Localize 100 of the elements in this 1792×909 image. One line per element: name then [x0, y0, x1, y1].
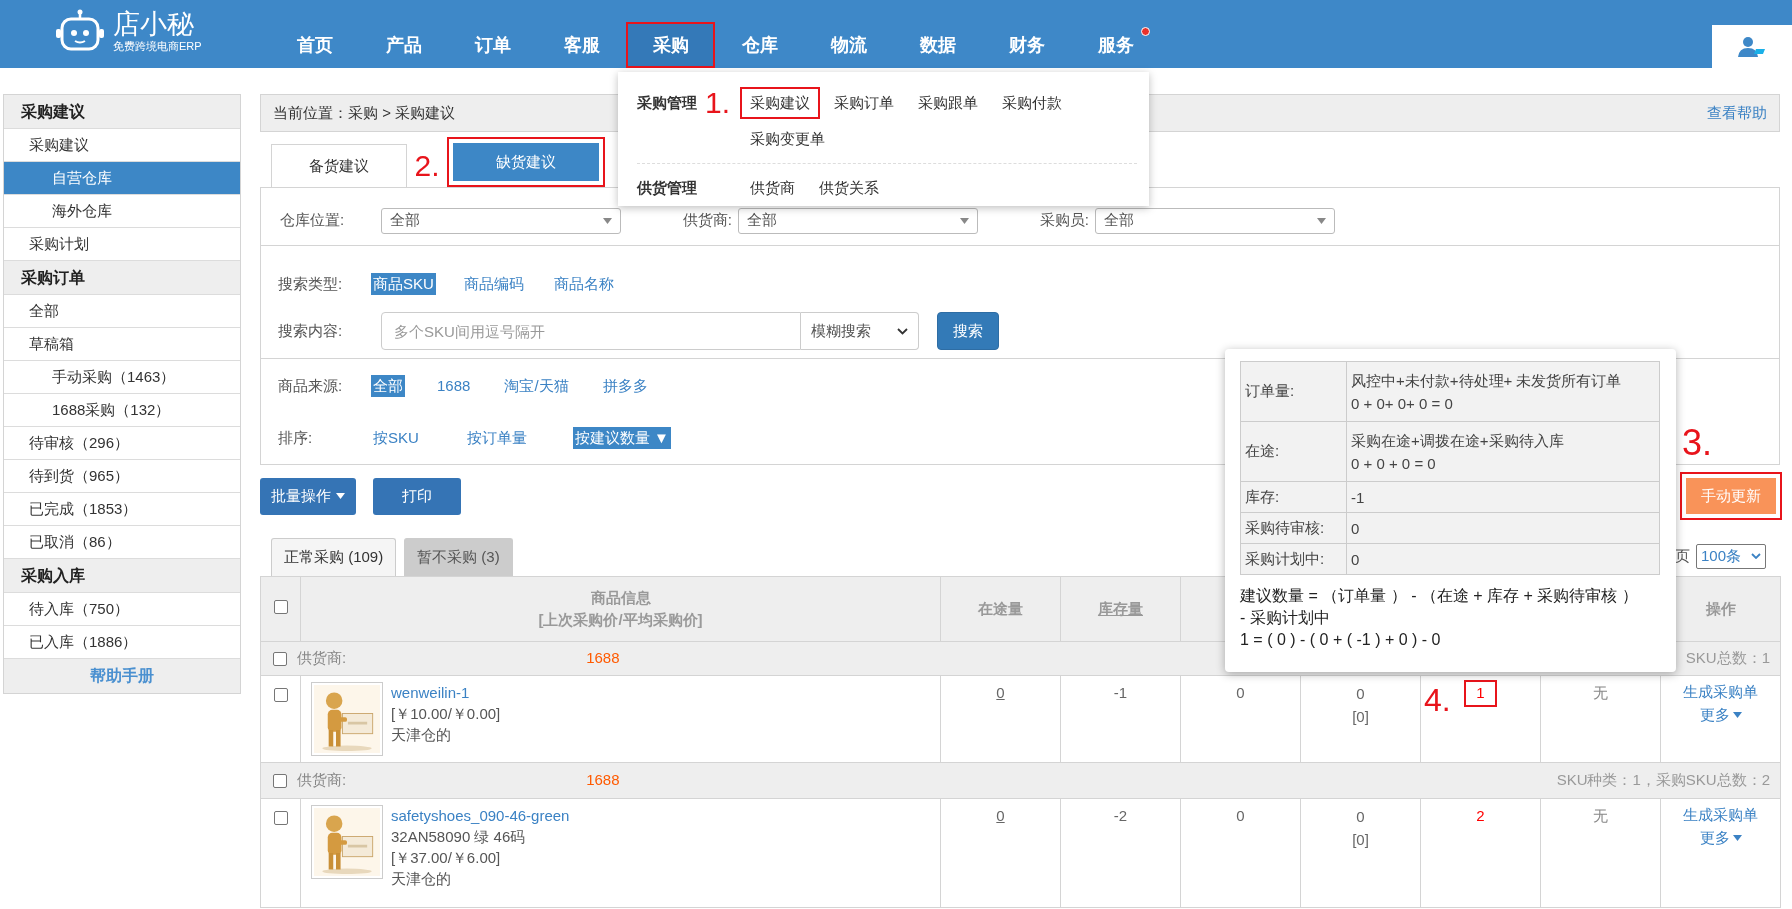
filter-option[interactable]: 1688	[435, 374, 473, 398]
tooltip-value: 0 + 0+ 0+ 0 = 0	[1351, 393, 1454, 414]
product-detail: 天津仓的	[391, 869, 452, 889]
filter-option[interactable]: 淘宝/天猫	[502, 374, 571, 398]
nav-tab[interactable]: 数据	[893, 22, 982, 68]
sidebar-section-title: 采购建议	[4, 95, 240, 129]
caret-icon	[960, 217, 969, 224]
nav-tab[interactable]: 财务	[982, 22, 1071, 68]
select-field[interactable]: 全部	[381, 207, 621, 234]
filter-label: 搜索类型:	[278, 273, 344, 294]
tooltip-value: 采购在途+调拨在途+采购待入库	[1351, 430, 1565, 451]
filter-option[interactable]: 按订单量	[464, 426, 529, 450]
select-field[interactable]: 全部	[738, 207, 978, 234]
cell-value: 无	[1593, 807, 1608, 824]
column-header: 在途量	[978, 599, 1023, 617]
menu-item[interactable]: 供货关系	[811, 174, 887, 202]
tooltip-label: 采购待审核:	[1245, 518, 1325, 536]
checkbox[interactable]	[273, 651, 287, 666]
help-link[interactable]: 帮助手册	[4, 659, 240, 693]
filter-label: 商品来源:	[278, 375, 344, 396]
filter-option[interactable]: 商品SKU	[371, 272, 436, 296]
user-icon	[1738, 35, 1766, 58]
product-detail: 32AN58090 绿 46码	[391, 827, 527, 847]
menu-item[interactable]: 采购跟单	[910, 89, 986, 117]
step-number: 1.	[705, 89, 732, 117]
in-transit-link[interactable]: 0	[996, 807, 1005, 824]
help-link[interactable]: 查看帮助	[1707, 101, 1767, 125]
logo-subtitle: 免费跨境电商ERP	[113, 40, 202, 52]
menu-group-title: 采购管理	[637, 92, 698, 113]
menu-item[interactable]: 采购建议	[742, 89, 818, 117]
nav-tab[interactable]: 物流	[804, 22, 893, 68]
caret-icon	[336, 493, 345, 499]
formula-text: - 采购计划中	[1240, 608, 1330, 628]
menu-item[interactable]: 采购付款	[994, 89, 1070, 117]
filter-option[interactable]: 按建议数量 ▼	[572, 426, 671, 450]
tooltip-value: 风控中+未付款+待处理+ 未发货所有订单	[1351, 370, 1623, 391]
checkbox[interactable]	[273, 688, 288, 702]
filter-label: 采购员:	[1038, 210, 1089, 231]
sku-link[interactable]: wenweilin-1	[391, 682, 501, 703]
formula-text: 1 = ( 0 ) - ( 0 + ( -1 ) + 0 ) - 0	[1240, 630, 1441, 650]
product-detail: [￥37.00/￥6.00]	[391, 848, 502, 868]
step-number: 4.	[1424, 684, 1451, 716]
print-button[interactable]: 打印	[373, 477, 461, 515]
filter-label: 搜索内容:	[278, 320, 344, 341]
menu-item[interactable]: 采购变更单	[742, 125, 833, 153]
filter-option[interactable]: 商品编码	[461, 272, 526, 296]
column-subheader: [上次采购价/平均采购价]	[537, 610, 704, 630]
menu-item[interactable]: 供货商	[742, 174, 803, 202]
action-link[interactable]: 生成采购单	[1661, 680, 1780, 703]
filter-option[interactable]: 拼多多	[600, 374, 650, 398]
action-link[interactable]: 更多	[1661, 703, 1780, 726]
nav-tab[interactable]: 首页	[270, 22, 359, 68]
account-button[interactable]	[1712, 25, 1792, 68]
chevron-icon	[897, 327, 908, 335]
checkbox[interactable]	[273, 773, 287, 788]
product-detail: 天津仓的	[391, 725, 452, 745]
tab[interactable]: 正常采购 (109)	[271, 538, 397, 576]
checkbox[interactable]	[273, 811, 288, 825]
action-link[interactable]: 生成采购单	[1661, 803, 1780, 826]
page-size-select[interactable]: 100条	[1696, 543, 1766, 569]
action-link[interactable]: 更多	[1661, 826, 1780, 849]
sidebar-section-title: 采购入库	[4, 559, 240, 593]
filter-label: 排序:	[278, 427, 314, 448]
menu-item[interactable]: 采购订单	[826, 89, 902, 117]
caret-icon	[1317, 217, 1326, 224]
suggested-quantity: 1	[1466, 682, 1495, 705]
tooltip-label: 库存:	[1245, 487, 1280, 505]
cell-value: 无	[1593, 684, 1608, 701]
column-header: 库存量	[1098, 599, 1143, 617]
nav-tab[interactable]: 采购	[626, 22, 715, 68]
tab[interactable]: 暂不采购 (3)	[404, 538, 513, 576]
nav-tab[interactable]: 仓库	[715, 22, 804, 68]
nav-tab[interactable]: 服务	[1071, 22, 1160, 68]
filter-option[interactable]: 全部	[371, 374, 405, 398]
filter-option[interactable]: 按SKU	[371, 426, 421, 450]
caret-icon	[1732, 834, 1742, 841]
caret-icon	[603, 217, 612, 224]
select-field[interactable]: 全部	[1095, 207, 1335, 234]
tab[interactable]: 缺货建议	[447, 137, 605, 187]
tab[interactable]: 备货建议	[271, 144, 407, 187]
sidebar-section-title: 采购订单	[4, 261, 240, 295]
in-transit-link[interactable]: 0	[996, 684, 1005, 701]
nav-tab[interactable]: 客服	[537, 22, 626, 68]
search-mode-select[interactable]: 模糊搜索	[801, 312, 919, 350]
cell-value: 0	[1236, 684, 1245, 701]
chevron-icon	[1751, 553, 1761, 559]
batch-button[interactable]: 批量操作	[260, 477, 356, 515]
filter-label: 仓库位置:	[280, 210, 346, 231]
sku-link[interactable]: safetyshoes_090-46-green	[391, 805, 570, 826]
nav-tab[interactable]: 订单	[448, 22, 537, 68]
cell-value: 0	[1355, 807, 1366, 827]
search-field[interactable]: 多个SKU间用逗号隔开	[381, 312, 801, 350]
nav-tab[interactable]: 产品	[359, 22, 448, 68]
column-header: 商品信息	[589, 587, 652, 608]
filter-option[interactable]: 商品名称	[551, 272, 616, 296]
checkbox[interactable]	[273, 599, 288, 614]
search-button[interactable]: 搜索	[937, 312, 999, 350]
group-summary: SKU总数：1	[1685, 648, 1770, 669]
page-size-label: 页	[1675, 545, 1690, 566]
sidebar-item[interactable]: 自营仓库	[4, 162, 240, 195]
